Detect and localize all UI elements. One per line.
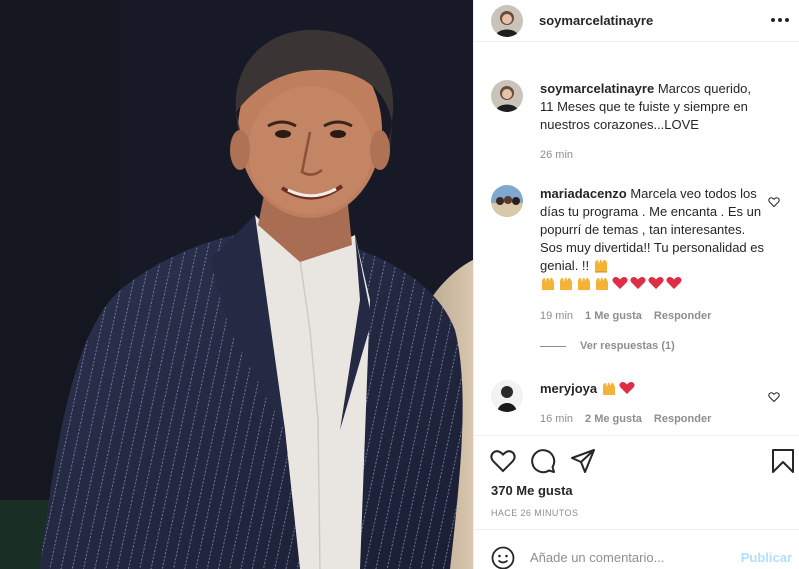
bookmark-icon[interactable] [770,448,796,474]
paper-plane-icon[interactable] [570,448,596,474]
caption-time[interactable]: 26 min [540,149,573,161]
caption-meta: 26 min [540,149,573,161]
caption-avatar[interactable] [491,80,523,112]
raising-hands-emoji [542,277,554,290]
comment-time[interactable]: 16 min [540,413,573,425]
photo-illustration [0,0,473,569]
raising-hands-emoji [602,382,615,395]
comment-likes[interactable]: 1 Me gusta [585,310,642,322]
likes-count[interactable]: 370 Me gusta [491,483,573,498]
publish-button[interactable]: Publicar [741,550,792,565]
comment-body: meryjoya [540,380,768,398]
red-heart-emoji [619,382,635,394]
red-heart-emoji [666,277,682,289]
heart-icon[interactable] [490,448,516,474]
view-replies-button[interactable]: Ver respuestas (1) [540,340,675,352]
comment-meta: 19 min 1 Me gusta Responder [540,310,711,322]
comment-avatar[interactable] [491,185,523,217]
comment-like-heart-icon[interactable] [768,391,780,403]
caption-username[interactable]: soymarcelatinayre [540,81,654,96]
comment-body: mariadacenzo Marcela veo todos los días … [540,185,768,293]
comment-input[interactable] [530,546,730,568]
comment-likes[interactable]: 2 Me gusta [585,413,642,425]
red-heart-emoji [648,277,664,289]
view-replies-label: Ver respuestas (1) [580,340,675,352]
replies-divider [540,345,566,347]
instagram-post-modal: soymarcelatinayre soymarcelatinayre Marc… [0,0,799,569]
comment-meta: 16 min 2 Me gusta Responder [540,413,711,425]
comment-username[interactable]: meryjoya [540,381,597,396]
author-username[interactable]: soymarcelatinayre [539,13,653,28]
reply-button[interactable]: Responder [654,413,711,425]
red-heart-emoji [630,277,646,289]
add-comment-bar: Publicar [474,529,799,569]
raising-hands-emoji [560,277,572,290]
raising-hands-emoji [578,277,590,290]
more-options-icon[interactable] [768,10,792,30]
post-timestamp: HACE 26 MINUTOS [491,508,579,518]
comment-username[interactable]: mariadacenzo [540,186,627,201]
comments-list[interactable]: soymarcelatinayre Marcos querido, 11 Mes… [474,43,799,435]
caption-body: soymarcelatinayre Marcos querido, 11 Mes… [540,80,768,134]
smiley-icon[interactable] [491,546,515,569]
post-actions: 370 Me gusta HACE 26 MINUTOS [474,435,799,529]
red-heart-emoji [612,277,628,289]
post-header: soymarcelatinayre [474,0,799,42]
author-avatar[interactable] [491,5,523,37]
comment-bubble-icon[interactable] [530,448,556,474]
raising-hands-emoji [594,259,607,273]
reply-button[interactable]: Responder [654,310,711,322]
comment-like-heart-icon[interactable] [768,196,780,208]
comment-avatar[interactable] [491,380,523,412]
post-photo[interactable] [0,0,473,569]
post-details-pane: soymarcelatinayre soymarcelatinayre Marc… [473,0,799,569]
raising-hands-emoji [596,277,608,290]
comment-time[interactable]: 19 min [540,310,573,322]
